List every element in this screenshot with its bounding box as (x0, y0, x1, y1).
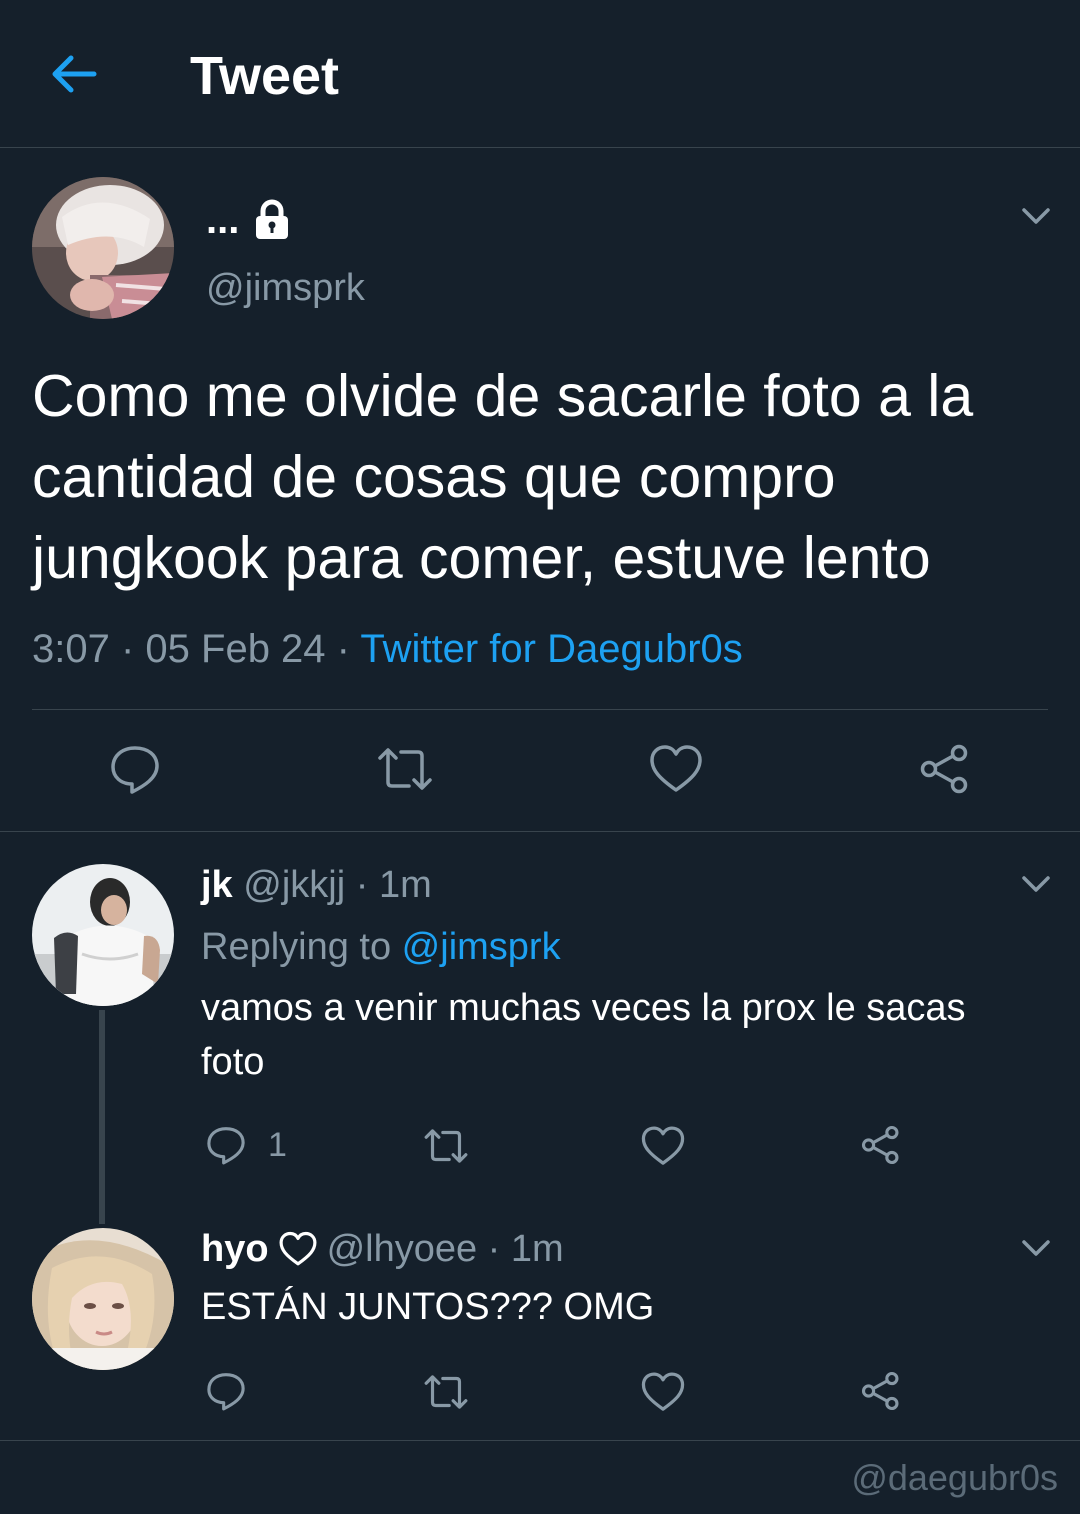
reply-text: vamos a venir muchas veces la prox le sa… (201, 987, 966, 1083)
author-handle: @jimsprk (206, 267, 365, 309)
reply-author-handle[interactable]: @lhyoee (327, 1228, 478, 1270)
meta-separator: · (109, 627, 146, 671)
replying-to-mention[interactable]: @jimsprk (402, 926, 561, 968)
share-icon (861, 1371, 899, 1411)
reply-time: 1m (510, 1228, 564, 1270)
tweet-date: 05 Feb 24 (145, 627, 326, 671)
chevron-down-icon (1022, 208, 1050, 224)
meta-separator: · (325, 627, 361, 671)
chevron-down-icon (1022, 1240, 1050, 1256)
like-icon (650, 745, 702, 792)
retweet-button[interactable] (423, 1372, 469, 1417)
retweet-icon (378, 748, 432, 790)
reply-author-name[interactable]: hyo (201, 1225, 269, 1273)
watermark: @daegubr0s (851, 1457, 1058, 1498)
retweet-icon (424, 1129, 468, 1163)
author-avatar[interactable] (32, 177, 174, 319)
thread-line (99, 1010, 105, 1224)
page-title: Tweet (190, 46, 340, 106)
reply-icon (207, 1373, 245, 1411)
reply-icon (111, 746, 159, 794)
meta-separator: · (345, 864, 379, 906)
avatar-image (32, 1228, 174, 1370)
divider (0, 1440, 1080, 1441)
retweet-icon (424, 1375, 468, 1409)
tweet-time: 3:07 (32, 627, 110, 671)
share-button[interactable] (860, 1370, 902, 1417)
like-button[interactable] (649, 744, 703, 799)
top-bar: Tweet (0, 0, 1080, 148)
reply-count: 1 (268, 1126, 287, 1164)
tweet-meta: 3:07 · 05 Feb 24 · Twitter for Daegubr0s (32, 622, 743, 676)
back-button[interactable] (44, 44, 104, 104)
share-button[interactable] (860, 1124, 902, 1171)
reply-button[interactable] (205, 1124, 247, 1171)
reply-author-name[interactable]: jk (201, 864, 233, 906)
divider (32, 709, 1048, 710)
share-button[interactable] (918, 742, 972, 801)
replying-to-label: Replying to (201, 926, 402, 968)
tweet-source-link[interactable]: Twitter for Daegubr0s (360, 627, 742, 671)
reply-header: jk @jkkjj · 1m (201, 861, 432, 909)
reply-avatar-hyo[interactable] (32, 1228, 174, 1370)
author-name-row: ... (206, 196, 291, 244)
arrow-left-icon (52, 55, 97, 93)
like-button[interactable] (641, 1125, 685, 1172)
lock-icon (256, 199, 289, 239)
avatar-image (32, 864, 174, 1006)
reply-icon (207, 1127, 245, 1165)
reply-header: hyo @lhyoee · 1m (201, 1225, 564, 1273)
reply-text: ESTÁN JUNTOS??? OMG (201, 1286, 655, 1328)
reply-menu-button[interactable] (1016, 864, 1056, 904)
tweet-text: Como me olvide de sacarle foto a la cant… (32, 363, 974, 591)
chevron-down-icon (1022, 876, 1050, 892)
replying-to: Replying to @jimsprk (201, 923, 561, 971)
share-icon (920, 744, 968, 794)
reply-menu-button[interactable] (1016, 1228, 1056, 1268)
share-icon (861, 1125, 899, 1165)
tweet-menu-button[interactable] (1016, 196, 1056, 236)
meta-separator: · (477, 1228, 511, 1270)
author-name: ... (206, 198, 240, 242)
retweet-button[interactable] (423, 1126, 469, 1171)
divider (0, 831, 1080, 832)
reply-author-handle[interactable]: @jkkjj (243, 864, 345, 906)
reply-button[interactable] (205, 1370, 247, 1417)
like-button[interactable] (641, 1371, 685, 1418)
retweet-button[interactable] (376, 744, 434, 799)
heart-outline-icon (279, 1231, 317, 1266)
reply-button[interactable] (108, 742, 162, 801)
avatar-image (32, 177, 174, 319)
like-icon (641, 1126, 685, 1165)
tweet-detail-screen: Tweet ... @jimsprk Como me olvide de sac… (0, 0, 1080, 1514)
reply-time: 1m (378, 864, 432, 906)
reply-avatar-jk[interactable] (32, 864, 174, 1006)
like-icon (641, 1372, 685, 1411)
